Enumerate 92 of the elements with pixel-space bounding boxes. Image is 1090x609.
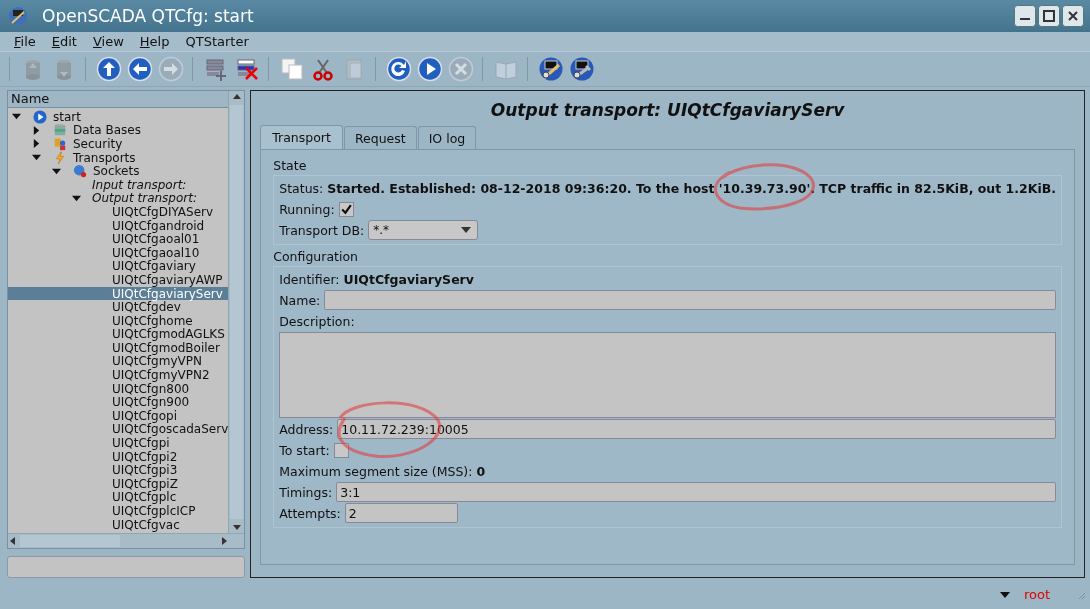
input-field[interactable]: 2: [344, 503, 458, 523]
transport-db-dropdown[interactable]: *.*: [368, 220, 479, 240]
section-heading: Configuration: [273, 248, 359, 266]
tree-item[interactable]: UIQtCfgmodAGLKS: [8, 327, 229, 342]
checkbox[interactable]: [333, 442, 349, 458]
tree-item[interactable]: UIQtCfgpi: [8, 436, 229, 450]
checkbox[interactable]: [338, 201, 354, 217]
close-icon[interactable]: [1062, 5, 1084, 27]
tree-item[interactable]: UIQtCfgoscadaServ: [8, 422, 229, 437]
tree-item[interactable]: UIQtCfgaoal01: [8, 232, 229, 246]
tree-item[interactable]: UIQtCfgvac: [8, 517, 229, 532]
expanded-arrow-icon[interactable]: [52, 166, 61, 176]
field-label: To start:: [279, 442, 330, 458]
input-field[interactable]: [324, 290, 1056, 310]
vertical-scrollbar[interactable]: [228, 91, 245, 534]
tab[interactable]: IO log: [417, 126, 477, 149]
tab[interactable]: Request: [343, 126, 417, 149]
tree-item[interactable]: UIQtCfgn800: [8, 381, 229, 396]
column-header[interactable]: Name: [8, 91, 229, 108]
tree-item[interactable]: UIQtCfgaviaryServ: [8, 286, 229, 301]
refresh-icon[interactable]: [386, 56, 412, 82]
tree-item[interactable]: UIQtCfgpi2: [8, 449, 229, 464]
field-label: Name:: [279, 292, 321, 308]
section-heading: State: [273, 157, 308, 175]
tree-item[interactable]: UIQtCfgmyVPN: [8, 354, 229, 369]
delete-item-icon[interactable]: [234, 56, 260, 82]
field-label: Running:: [279, 201, 335, 217]
input-field[interactable]: 3:1: [336, 482, 1056, 502]
app-icon: [8, 6, 28, 26]
database-icon: [52, 123, 68, 138]
field-label: Status:: [279, 180, 324, 196]
tree-item[interactable]: UIQtCfgn900: [8, 395, 229, 410]
identifier-value: UIQtCfgaviaryServ: [343, 271, 474, 287]
mss-value: 0: [476, 463, 486, 479]
caret-icon: [461, 227, 472, 233]
window-title: OpenSCADA QTCfg: start: [42, 6, 255, 26]
tree-item[interactable]: Data Bases: [8, 123, 229, 138]
collapsed-arrow-icon[interactable]: [32, 125, 41, 135]
tree-item[interactable]: UIQtCfghome: [8, 313, 229, 328]
tree-item[interactable]: UIQtCfgdev: [8, 300, 229, 314]
tree-item[interactable]: UIQtCfgplc: [8, 490, 229, 505]
tree-item[interactable]: Sockets: [8, 164, 229, 178]
expanded-arrow-icon[interactable]: [12, 112, 21, 122]
globe-icon: [72, 164, 88, 179]
menu-item[interactable]: Help: [131, 34, 178, 49]
description-field[interactable]: [279, 332, 1056, 418]
play-circle-icon: [32, 109, 48, 124]
tree-item[interactable]: UIQtCfgmodBoiler: [8, 341, 229, 355]
page-title: Output transport: UIQtCfgaviaryServ: [489, 99, 846, 122]
field-label: Attempts:: [279, 505, 341, 521]
play-icon[interactable]: [417, 56, 443, 82]
status-text: Started. Established: 08-12-2018 09:36:20. To the host '10.39.73.90'. TCP traffic in 82.5KiB, out 1.2KiB.: [327, 180, 1056, 196]
field-label: Address:: [279, 421, 334, 437]
maximize-icon[interactable]: [1038, 5, 1060, 27]
tree-item[interactable]: UIQtCfgaviary: [8, 259, 229, 274]
tree-item[interactable]: Output transport:: [8, 191, 229, 206]
expanded-arrow-icon[interactable]: [72, 193, 81, 203]
tree-item[interactable]: start: [8, 110, 229, 124]
menu-item[interactable]: File: [6, 34, 44, 49]
minimize-icon[interactable]: [1014, 5, 1036, 27]
menu-item[interactable]: Edit: [43, 34, 85, 49]
dropdown-arrow-icon[interactable]: [999, 591, 1010, 598]
scroll-left-icon[interactable]: [8, 535, 18, 548]
monitor-wrench-icon[interactable]: [569, 56, 595, 82]
tree-item[interactable]: UIQtCfgaviaryAWP: [8, 273, 229, 287]
security-icon: [52, 137, 68, 151]
tree-item[interactable]: UIQtCfgandroid: [8, 218, 229, 233]
tree-item[interactable]: UIQtCfgpi3: [8, 463, 229, 478]
menu-item[interactable]: View: [84, 34, 132, 49]
field-label: Maximum segment size (MSS):: [279, 463, 473, 479]
tree-item[interactable]: Transports: [8, 150, 229, 165]
tree-item[interactable]: UIQtCfgDIYAServ: [8, 205, 229, 219]
field-label: Description:: [279, 313, 355, 329]
horizontal-scrollbar[interactable]: [8, 533, 245, 549]
user-name: root: [1023, 587, 1050, 602]
tree-item[interactable]: UIQtCfgpiZ: [8, 477, 229, 491]
tree-item[interactable]: UIQtCfgopi: [8, 409, 229, 423]
field-label: Timings:: [279, 484, 333, 500]
menu-item[interactable]: QTStarter: [177, 34, 257, 49]
monitor-pen-icon[interactable]: [538, 56, 564, 82]
input-field[interactable]: 10.11.72.239:10005: [337, 419, 1056, 439]
tab[interactable]: Transport: [260, 125, 343, 149]
field-label: Identifier:: [279, 271, 340, 287]
tree-item[interactable]: Input transport:: [8, 177, 229, 192]
collapsed-arrow-icon[interactable]: [32, 139, 41, 149]
tree-item[interactable]: UIQtCfgmyVPN2: [8, 368, 229, 382]
tree-item[interactable]: UIQtCfgaoal10: [8, 245, 229, 260]
expanded-arrow-icon[interactable]: [32, 153, 41, 163]
field-label: Transport DB:: [279, 222, 365, 238]
add-item-icon[interactable]: [203, 56, 229, 82]
tree-item[interactable]: Security: [8, 137, 229, 151]
tree-item[interactable]: UIQtCfgplcICP: [8, 504, 229, 518]
